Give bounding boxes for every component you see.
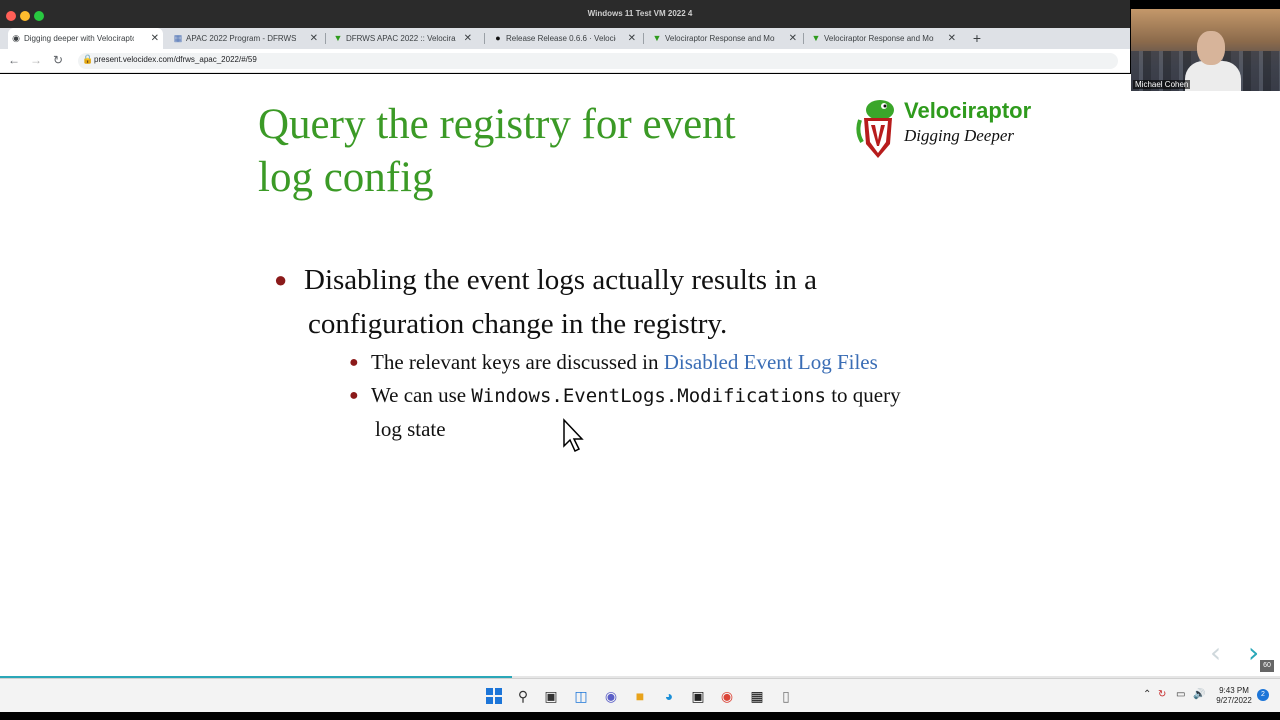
sub-bullet-2-prefix: We can use (371, 383, 472, 407)
app-icon[interactable]: ▯ (777, 687, 795, 705)
sub-bullet-1: ● The relevant keys are discussed in Dis… (349, 346, 1030, 379)
velociraptor-logo: Velociraptor Digging Deeper (852, 92, 1052, 166)
velociraptor-mascot-icon (856, 100, 894, 158)
widgets-icon[interactable]: ◫ (572, 687, 590, 705)
close-tab-icon[interactable]: ✕ (464, 28, 472, 49)
logo-subtitle: Digging Deeper (904, 126, 1015, 145)
bullet-1: ● Disabling the event logs actually resu… (270, 258, 1030, 346)
chat-icon[interactable]: ◉ (602, 687, 620, 705)
github-icon: ● (495, 33, 501, 43)
chrome-icon[interactable]: ◉ (718, 687, 736, 705)
tab-separator (325, 33, 326, 44)
window-title: Windows 11 Test VM 2022 4 (587, 9, 693, 18)
file-explorer-icon[interactable]: ■ (631, 687, 649, 705)
new-tab-button[interactable]: + (970, 28, 984, 49)
sub-bullet-2-suffix: to query (825, 383, 901, 407)
close-tab-icon[interactable]: ✕ (789, 28, 797, 49)
presenter-face (1197, 31, 1225, 65)
sub-bullet-2-line2: log state (375, 417, 446, 441)
slide-number: 60 (1260, 660, 1274, 672)
edge-icon[interactable]: ◕ (660, 687, 678, 705)
close-tab-icon[interactable]: ✕ (151, 28, 159, 49)
taskbar-clock[interactable]: 9:43 PM 9/27/2022 (1212, 686, 1256, 706)
presenter-body (1185, 61, 1241, 91)
terminal-icon[interactable]: ▦ (748, 687, 766, 705)
bullet-dot-icon: ● (349, 354, 359, 371)
disabled-event-log-files-link[interactable]: Disabled Event Log Files (664, 350, 878, 374)
slide-title-line1: Query the registry for event (258, 101, 736, 148)
reload-icon[interactable]: ↻ (50, 52, 66, 68)
browser-toolbar: ← → ↻ 🔒 present.velocidex.com/dfrws_apac… (0, 49, 1130, 73)
tab-github-release[interactable]: ● Release Release 0.6.6 · Velocidex ✕ (490, 28, 640, 49)
bottom-frame (0, 712, 1280, 720)
notification-badge[interactable]: 2 (1257, 689, 1269, 701)
bullet-1-line1: Disabling the event logs actually result… (304, 264, 818, 296)
clock-date: 9/27/2022 (1216, 696, 1252, 705)
bullet-1-line2: configuration change in the registry. (308, 308, 728, 340)
tab-velociraptor-response-2[interactable]: ▼ Velociraptor Response and Monitoring ✕ (808, 28, 960, 49)
tab-velociraptor-response-1[interactable]: ▼ Velociraptor Response and Monitoring ✕ (649, 28, 801, 49)
grid-icon: ▦ (173, 33, 183, 43)
velociraptor-icon: ▼ (811, 33, 821, 43)
search-icon[interactable]: ⚲ (514, 687, 532, 705)
slide-title-line2: log config (258, 154, 434, 201)
close-tab-icon[interactable]: ✕ (948, 28, 956, 49)
tab-separator (484, 33, 485, 44)
presenter-name: Michael Cohen (1133, 80, 1191, 89)
next-slide-arrow-icon[interactable]: › (1248, 636, 1259, 669)
sub-bullet-1-text: The relevant keys are discussed in (371, 350, 664, 374)
bullet-dot-icon: ● (349, 387, 359, 404)
artifact-name-code: Windows.EventLogs.Modifications (471, 385, 826, 407)
clock-time: 9:43 PM (1219, 686, 1249, 695)
globe-icon: ◉ (12, 33, 20, 43)
tab-separator (803, 33, 804, 44)
windows-logo-icon (486, 688, 502, 704)
tab-label: Velociraptor Response and Monitoring (824, 34, 934, 43)
slide-bullets: ● Disabling the event logs actually resu… (270, 258, 1030, 446)
tab-label: Digging deeper with Velociraptor (24, 34, 134, 43)
tab-strip: ◉ Digging deeper with Velociraptor ✕ ▦ A… (0, 28, 1130, 49)
previous-slide-arrow-icon[interactable]: ‹ (1210, 636, 1221, 669)
url-text[interactable]: present.velocidex.com/dfrws_apac_2022/#/… (94, 55, 257, 64)
bullet-dot-icon: ● (274, 267, 288, 292)
chevron-up-icon[interactable]: ⌃ (1143, 689, 1151, 700)
close-tab-icon[interactable]: ✕ (628, 28, 636, 49)
sub-bullet-2: ● We can use Windows.EventLogs.Modificat… (349, 379, 1030, 446)
velociraptor-icon: ▼ (652, 33, 662, 43)
tab-label: APAC 2022 Program - DFRWS (186, 34, 296, 43)
windows-taskbar: ⚲ ▣ ◫ ◉ ■ ◕ ▣ ◉ ▦ ▯ ⌃ ↻ ▭ 🔊 9:43 PM 9/27… (0, 678, 1280, 712)
tab-separator (643, 33, 644, 44)
tab-label: Velociraptor Response and Monitoring (665, 34, 775, 43)
volume-icon[interactable]: 🔊 (1193, 689, 1205, 700)
logo-name: Velociraptor (904, 98, 1032, 123)
tab-digging-deeper[interactable]: ◉ Digging deeper with Velociraptor ✕ (8, 28, 163, 49)
slide-title: Query the registry for event log config (258, 98, 838, 204)
start-button[interactable] (485, 687, 503, 705)
sync-icon[interactable]: ↻ (1158, 689, 1166, 700)
network-icon[interactable]: ▭ (1176, 689, 1185, 700)
store-icon[interactable]: ▣ (689, 687, 707, 705)
address-bar[interactable]: 🔒 present.velocidex.com/dfrws_apac_2022/… (78, 53, 1118, 69)
webcam-overlay: Michael Cohen (1131, 9, 1280, 91)
back-arrow-icon[interactable]: ← (6, 52, 22, 68)
tab-label: Release Release 0.6.6 · Velocidex (506, 34, 616, 43)
mouse-cursor-icon (563, 418, 584, 453)
tab-apac-program[interactable]: ▦ APAC 2022 Program - DFRWS ✕ (170, 28, 322, 49)
forward-arrow-icon[interactable]: → (28, 52, 44, 68)
slide-viewport: Query the registry for event log config … (0, 74, 1280, 679)
close-tab-icon[interactable]: ✕ (310, 28, 318, 49)
lock-icon[interactable]: 🔒 (82, 54, 93, 65)
task-view-icon[interactable]: ▣ (542, 687, 560, 705)
